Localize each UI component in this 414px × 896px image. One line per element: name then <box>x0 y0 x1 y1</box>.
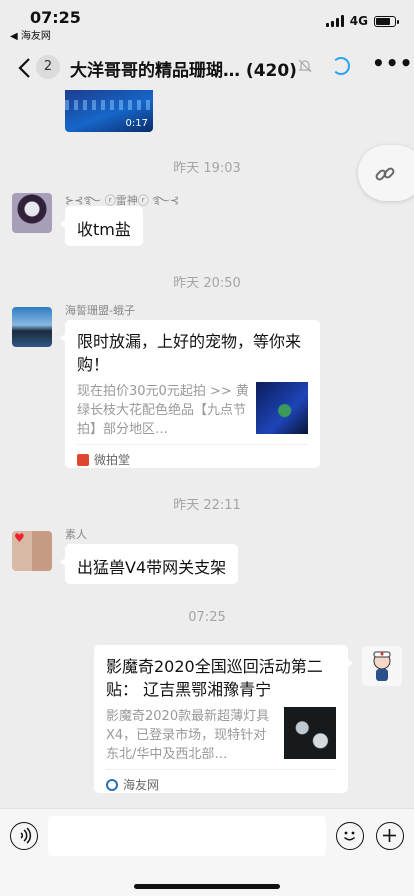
voice-icon <box>20 827 32 844</box>
my-avatar[interactable] <box>362 646 402 686</box>
link-card[interactable]: 限时放漏，上好的宠物，等你来购！ 现在拍价30元0元起拍 >> 黄绿长枝大花配色… <box>60 320 320 468</box>
back-to-app-link[interactable]: ◀ 海友网 <box>10 27 51 42</box>
timestamp-divider: 昨天 19:03 <box>173 161 241 176</box>
home-indicator[interactable] <box>134 884 280 889</box>
haiyouwang-logo-icon <box>106 778 118 791</box>
card-title: 限时放漏，上好的宠物，等你来购！ <box>77 332 302 374</box>
input-bar <box>0 808 414 896</box>
smiley-icon <box>343 831 356 841</box>
more-options-icon[interactable]: ••• <box>372 53 412 76</box>
weipaitang-logo-icon <box>77 453 89 466</box>
message-input[interactable] <box>48 816 326 856</box>
timestamp-divider: 昨天 22:11 <box>173 498 241 513</box>
member-count: (420) <box>245 61 297 81</box>
sender-name: 海誓珊盟-蛾子 <box>65 304 135 317</box>
signal-icon <box>325 15 344 27</box>
video-duration: 0:17 <box>125 118 148 129</box>
card-description: 现在拍价30元0元起拍 >> 黄绿长枝大花配色绝品【九点节拍】部分地区… <box>77 384 249 437</box>
card-title: 影魔奇2020全国巡回活动第二贴： 辽吉黑鄂湘豫青宁 <box>106 657 323 699</box>
status-bar: 07:25 ◀ 海友网 4G <box>0 0 414 44</box>
timestamp-divider: 07:25 <box>188 610 226 625</box>
message-bubble[interactable]: 出猛兽V4带网关支架 <box>59 544 239 584</box>
message-bubble[interactable]: 收tm盐 <box>60 206 143 246</box>
chat-header: 2 大洋哥哥的精品珊瑚… (420) ••• <box>0 48 414 88</box>
sender-name: 素人 <box>65 528 87 541</box>
avatar[interactable] <box>12 531 52 571</box>
plus-icon <box>383 829 396 842</box>
video-message[interactable]: 0:17 <box>65 90 153 132</box>
status-indicators: 4G <box>325 14 399 28</box>
coral-thumbnail <box>256 382 308 434</box>
timestamp-divider: 昨天 20:50 <box>173 276 241 291</box>
voice-input-button[interactable] <box>10 822 38 850</box>
network-type: 4G <box>349 14 368 28</box>
battery-icon <box>374 15 399 27</box>
avatar[interactable] <box>12 193 52 233</box>
card-source: 微拍堂 <box>94 453 131 467</box>
back-arrow-icon[interactable] <box>14 54 38 82</box>
more-functions-button[interactable] <box>376 822 404 850</box>
card-source: 海友网 <box>123 778 160 792</box>
avatar[interactable] <box>12 307 52 347</box>
mute-bell-icon <box>298 59 312 73</box>
loading-spinner-icon <box>332 57 350 75</box>
lamp-thumbnail <box>284 707 336 759</box>
cartoon-avatar-icon <box>373 651 391 681</box>
unread-count-badge[interactable]: 2 <box>36 55 60 79</box>
chat-title: 大洋哥哥的精品珊瑚… (420) <box>70 61 297 81</box>
link-card[interactable]: 影魔奇2020全国巡回活动第二贴： 辽吉黑鄂湘豫青宁 影魔奇2020款最新超薄灯… <box>94 645 353 793</box>
card-description: 影魔奇2020款最新超薄灯具X4，已登录市场，现特针对东北/华中及西北部… <box>106 709 270 762</box>
status-time: 07:25 <box>30 8 81 27</box>
emoji-button[interactable] <box>336 822 364 850</box>
